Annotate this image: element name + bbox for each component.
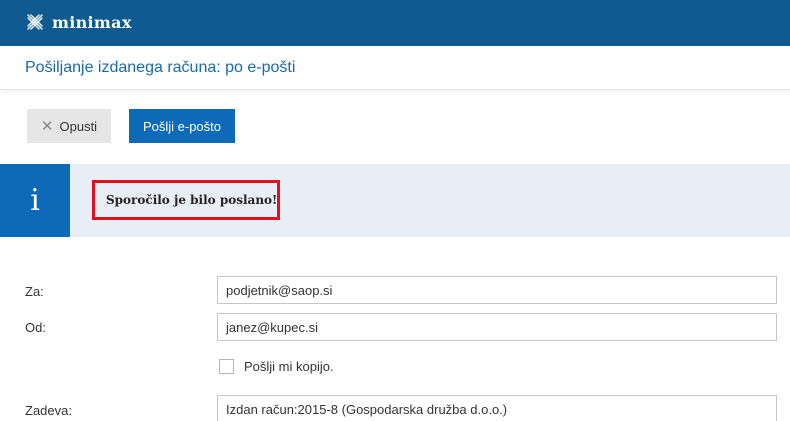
minimax-logo-icon	[27, 14, 43, 30]
brand-name: minimax	[52, 12, 132, 32]
title-bar: Pošiljanje izdanega računa: po e-pošti	[0, 46, 790, 90]
send-copy-checkbox[interactable]	[219, 359, 234, 374]
send-email-button[interactable]: Pošlji e-pošto	[129, 109, 235, 143]
send-copy-label[interactable]: Pošlji mi kopijo.	[244, 359, 334, 374]
alert-message: Sporočilo je bilo poslano!	[106, 193, 278, 207]
from-field-value: janez@kupec.si	[226, 319, 318, 335]
brand-logo[interactable]: minimax	[25, 12, 132, 32]
alert-message-highlight: Sporočilo je bilo poslano!	[92, 180, 280, 220]
subject-field-value: Izdan račun:2015-8 (Gospodarska družba d…	[226, 401, 508, 417]
cancel-button-label: Opusti	[59, 118, 98, 134]
to-field[interactable]: podjetnik@saop.si	[217, 276, 777, 304]
page-title: Pošiljanje izdanega računa: po e-pošti	[25, 59, 296, 76]
info-icon-glyph: i	[30, 182, 40, 218]
send-copy-option[interactable]: Pošlji mi kopijo.	[219, 359, 334, 374]
send-email-button-label: Pošlji e-pošto	[142, 118, 222, 134]
subject-label: Zadeva:	[25, 403, 72, 418]
to-label: Za:	[25, 284, 44, 299]
to-field-value: podjetnik@saop.si	[226, 282, 333, 298]
close-icon: ✕	[40, 117, 54, 135]
cancel-button[interactable]: ✕ Opusti	[27, 109, 111, 143]
from-field[interactable]: janez@kupec.si	[217, 313, 777, 341]
top-navbar: minimax	[0, 0, 790, 46]
info-icon: i	[0, 164, 70, 237]
from-label: Od:	[25, 320, 46, 335]
subject-field[interactable]: Izdan račun:2015-8 (Gospodarska družba d…	[217, 395, 777, 421]
